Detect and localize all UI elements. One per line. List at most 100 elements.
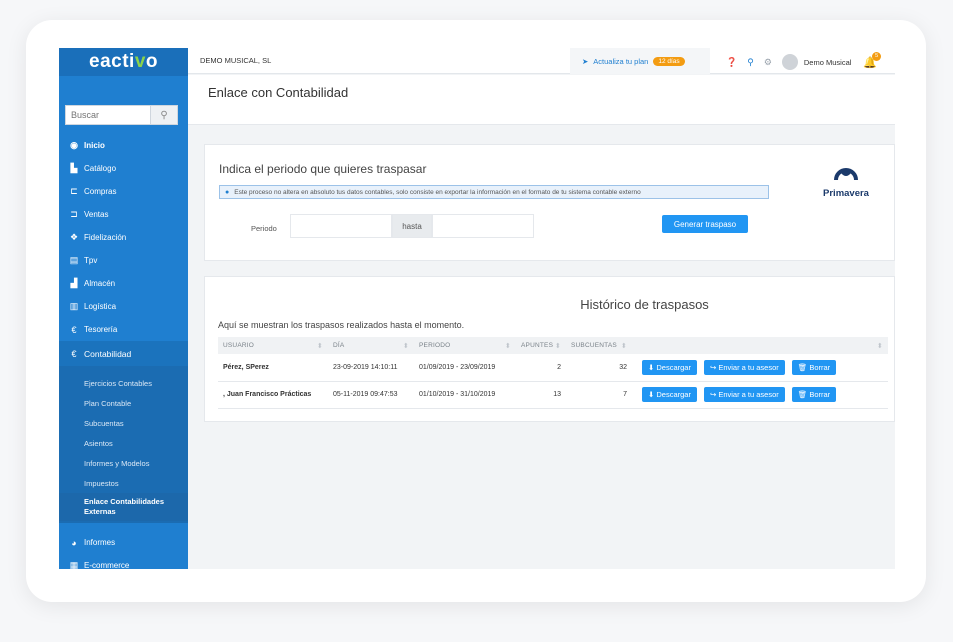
sidebar-item-tpv[interactable]: ▤ Tpv	[59, 249, 188, 272]
submenu-item-informes-modelos[interactable]: Informes y Modelos	[59, 453, 188, 473]
help-icon[interactable]: ❓	[726, 57, 737, 68]
topbar: DEMO MUSICAL, SL ➤ Actualiza tu plan 12 …	[188, 48, 895, 74]
column-label: DÍA	[333, 341, 345, 349]
sidebar-item-contabilidad[interactable]: € Contabilidad	[59, 341, 188, 366]
notification-count: 5	[872, 51, 882, 61]
cell-user: , Juan Francisco Prácticas	[218, 381, 328, 409]
column-label: PERIODO	[419, 341, 451, 349]
topbar-icons: ❓ ⚲ ⚙ Demo Musical 🔔 5	[726, 51, 882, 70]
cell-user: Pérez, SPerez	[218, 354, 328, 382]
button-label: Descargar	[656, 362, 691, 372]
history-subtitle: Aquí se muestran los traspasos realizado…	[218, 320, 465, 330]
submenu-item-asientos[interactable]: Asientos	[59, 433, 188, 453]
column-header-periodo[interactable]: PERIODO ⬍	[414, 337, 516, 354]
sidebar-item-inicio[interactable]: ◉ Inicio	[59, 134, 188, 157]
column-header-actions: ⬍	[632, 337, 888, 354]
logistics-icon: ▥	[69, 301, 79, 311]
delete-button[interactable]: 🗑 Borrar	[791, 387, 837, 402]
info-icon: ●	[225, 188, 230, 196]
search-icon[interactable]: ⚲	[150, 105, 178, 125]
column-header-dia[interactable]: DÍA ⬍	[328, 337, 414, 354]
cell-accounts: 7	[566, 381, 632, 409]
submenu-item-subcuentas[interactable]: Subcuentas	[59, 413, 188, 433]
delete-button[interactable]: 🗑 Borrar	[791, 359, 837, 375]
sidebar-item-label: Almacén	[84, 279, 116, 288]
cell-accounts: 32	[566, 354, 632, 382]
brand-logo[interactable]: eacti v o	[59, 48, 188, 76]
sidebar-item-label: Contabilidad	[84, 348, 132, 359]
download-button[interactable]: ⬇ Descargar	[642, 359, 697, 375]
cell-period: 01/10/2019 - 31/10/2019	[414, 381, 516, 409]
home-icon: ◉	[70, 140, 78, 150]
column-header-usuario[interactable]: USUARIO ⬍	[218, 337, 328, 354]
submenu-item-impuestos[interactable]: Impuestos	[59, 473, 188, 493]
cell-actions: ⬇ Descargar ↪ Enviar a tu asesor 🗑 Borra…	[632, 354, 888, 382]
sidebar-item-label: Inicio	[84, 141, 105, 150]
sidebar-item-compras[interactable]: ⊏ Compras	[59, 180, 188, 203]
download-button[interactable]: ⬇ Descargar	[642, 387, 697, 402]
sort-icon: ⬍	[876, 342, 883, 350]
page-title: Enlace con Contabilidad	[208, 85, 349, 100]
send-to-advisor-button[interactable]: ↪ Enviar a tu asesor	[703, 387, 785, 402]
period-from-input[interactable]	[290, 214, 392, 238]
cell-entries: 2	[516, 354, 566, 382]
tpv-icon: ▤	[69, 255, 79, 265]
gift-icon: ❖	[69, 232, 79, 242]
bell-icon[interactable]: 🔔 5	[863, 51, 882, 69]
search-input[interactable]	[65, 105, 150, 125]
column-header-apuntes[interactable]: APUNTES ⬍	[516, 337, 566, 354]
paper-plane-icon: ➤	[582, 56, 589, 66]
upgrade-plan-link[interactable]: ➤ Actualiza tu plan 12 días	[570, 48, 710, 74]
user-name[interactable]: Demo Musical	[804, 58, 852, 67]
reports-icon: ◕	[71, 537, 77, 548]
table-row: Pérez, SPerez 23-09-2019 14:10:11 01/09/…	[218, 354, 888, 382]
submenu-item-plan-contable[interactable]: Plan Contable	[59, 393, 188, 413]
sidebar-item-logistica[interactable]: ▥ Logística	[59, 295, 188, 318]
accounting-submenu: Ejercicios Contables Plan Contable Subcu…	[59, 366, 188, 523]
company-name[interactable]: DEMO MUSICAL, SL	[200, 56, 271, 65]
sort-icon: ⬍	[504, 342, 511, 350]
sidebar-item-fidelizacion[interactable]: ❖ Fidelización	[59, 226, 188, 249]
send-to-advisor-button[interactable]: ↪ Enviar a tu asesor	[703, 359, 785, 375]
sidebar-item-catalogo[interactable]: ▙ Catálogo	[59, 157, 188, 180]
sidebar-item-ecommerce[interactable]: ▦ E-commerce	[59, 554, 188, 569]
page-header: Enlace con Contabilidad	[188, 75, 895, 125]
sidebar-item-informes[interactable]: ◕ Informes	[59, 531, 188, 554]
period-to-input[interactable]	[432, 214, 534, 238]
sidebar-search: ⚲	[65, 105, 178, 125]
sidebar-item-label: Catálogo	[84, 164, 117, 173]
cell-period: 01/09/2019 - 23/09/2019	[414, 354, 516, 382]
info-alert: ● Este proceso no altera en absoluto tus…	[219, 185, 769, 199]
sort-icon: ⬍	[554, 342, 561, 350]
sidebar: eactivo ⚲ ◉ Inicio ▙ Catálogo ⊏ Compras ⊐ Ve…	[59, 48, 188, 569]
primavera-name: Primavera	[823, 188, 869, 199]
search-icon[interactable]: ⚲	[747, 57, 754, 68]
ecommerce-icon: ▦	[69, 560, 79, 569]
sidebar-item-almacen[interactable]: ▟ Almacén	[59, 272, 188, 295]
sort-icon: ⬍	[402, 342, 409, 350]
sidebar-nav: ◉ Inicio ▙ Catálogo ⊏ Compras ⊐ Ventas ❖ Fide…	[59, 134, 188, 569]
history-panel: Histórico de traspasos Aquí se muestran …	[204, 276, 895, 422]
submenu-item-enlace-externas[interactable]: Enlace Contabilidades Externas	[59, 493, 188, 521]
sidebar-item-tesoreria[interactable]: € Tesorería	[59, 318, 188, 341]
column-label: APUNTES	[521, 341, 554, 349]
accounting-icon: €	[71, 348, 77, 359]
cell-entries: 13	[516, 381, 566, 409]
column-label: USUARIO	[223, 341, 255, 349]
sidebar-item-label: Fidelización	[84, 233, 127, 242]
sidebar-item-label: Informes	[84, 538, 116, 547]
button-label: Enviar a tu asesor	[718, 390, 779, 399]
column-header-subcuentas[interactable]: SUBCUENTAS ⬍	[566, 337, 632, 354]
cell-actions: ⬇ Descargar ↪ Enviar a tu asesor 🗑 Borra…	[632, 381, 888, 409]
history-table: USUARIO ⬍ DÍA ⬍ PERIODO ⬍ APUNTES ⬍ SUBCUENT…	[218, 337, 888, 409]
sidebar-item-label: Compras	[84, 187, 117, 196]
generate-transfer-button[interactable]: Generar traspaso	[662, 215, 748, 233]
sidebar-item-ventas[interactable]: ⊐ Ventas	[59, 203, 188, 226]
avatar[interactable]	[781, 54, 798, 70]
button-label: Descargar	[656, 390, 691, 399]
history-title: Histórico de traspasos	[580, 297, 709, 312]
sidebar-item-label: Tpv	[84, 256, 98, 265]
column-label: SUBCUENTAS	[571, 341, 617, 349]
submenu-item-ejercicios[interactable]: Ejercicios Contables	[59, 373, 188, 393]
gear-icon[interactable]: ⚙	[764, 57, 772, 68]
